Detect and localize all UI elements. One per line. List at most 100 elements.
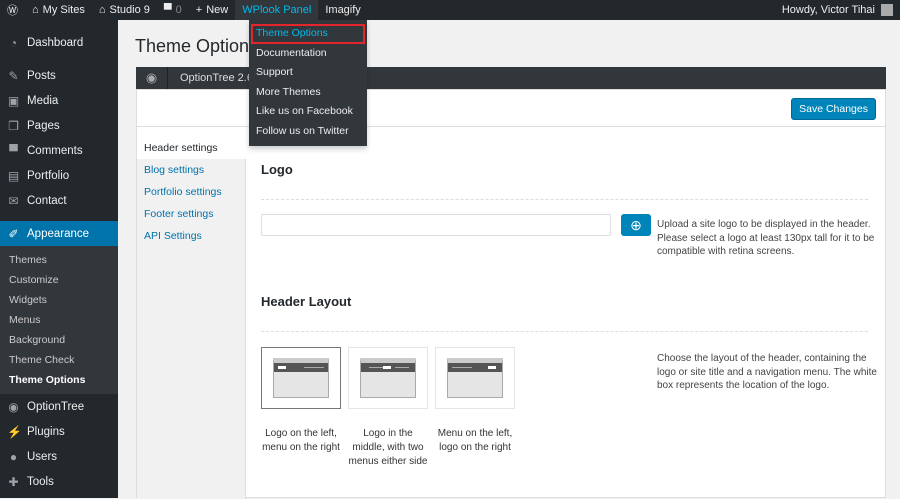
- layout-thumbnail[interactable]: [261, 347, 341, 409]
- header-bar: [274, 363, 328, 372]
- my-sites-link[interactable]: ⌂ My Sites: [25, 0, 92, 20]
- tab-footer-settings[interactable]: Footer settings: [137, 203, 245, 225]
- layout-caption: Menu on the left, logo on the right: [437, 428, 513, 453]
- settings-tabs: Header settings Blog settings Portfolio se…: [137, 137, 246, 499]
- save-changes-button[interactable]: Save Changes: [791, 98, 876, 120]
- optiontree-icon: ◉: [8, 399, 19, 414]
- layout-preview-icon: [360, 358, 416, 398]
- menu-line: [395, 367, 409, 368]
- submenu-theme-options[interactable]: Theme Options: [0, 370, 118, 390]
- layout-caption: Logo on the left, menu on the right: [262, 428, 340, 453]
- tab-api-settings[interactable]: API Settings: [137, 225, 245, 247]
- dropdown-item-support[interactable]: Support: [249, 63, 367, 83]
- sidebar-item-label: Users: [27, 450, 58, 463]
- sidebar-item-comments[interactable]: ▀ Comments: [0, 138, 118, 163]
- wordpress-icon: Ⓦ: [7, 5, 18, 17]
- sidebar-item-contact[interactable]: ✉ Contact: [0, 188, 118, 213]
- dropdown-item-theme-options[interactable]: Theme Options: [251, 24, 365, 44]
- imagify-menu[interactable]: Imagify: [318, 0, 367, 20]
- avatar: [881, 4, 893, 16]
- layout-thumbnail[interactable]: [435, 347, 515, 409]
- submenu-widgets[interactable]: Widgets: [0, 290, 118, 310]
- divider: [261, 331, 868, 332]
- sites-icon: ⌂: [32, 4, 39, 16]
- submenu-menus[interactable]: Menus: [0, 310, 118, 330]
- site-label: Studio 9: [109, 4, 150, 16]
- sidebar-item-label: Portfolio: [27, 169, 70, 182]
- new-link[interactable]: + New: [189, 0, 235, 20]
- home-icon: ⌂: [98, 4, 106, 16]
- comment-icon: ▀: [9, 143, 18, 158]
- sidebar-item-label: Comments: [27, 144, 83, 157]
- wordpress-logo-button[interactable]: Ⓦ: [0, 0, 25, 20]
- layout-option[interactable]: Menu on the left, logo on the right: [435, 347, 515, 469]
- comment-icon: ▀: [163, 4, 172, 16]
- mail-icon: ✉: [8, 193, 19, 208]
- sidebar-item-label: Appearance: [27, 227, 90, 240]
- account-menu[interactable]: Howdy, Victor Tihai: [775, 0, 900, 20]
- wplook-panel-dropdown: Theme Options Documentation Support More Th…: [249, 20, 367, 146]
- pages-icon: ❐: [8, 118, 19, 133]
- tab-blog-settings[interactable]: Blog settings: [137, 159, 245, 181]
- sidebar-item-dashboard[interactable]: ◔ Dashboard: [0, 30, 118, 55]
- header-layout-heading: Header Layout: [261, 294, 352, 309]
- site-link[interactable]: ⌂ Studio 9: [92, 0, 157, 20]
- submenu-theme-check[interactable]: Theme Check: [0, 350, 118, 370]
- sidebar-item-label: Pages: [27, 119, 60, 132]
- sidebar-item-portfolio[interactable]: ▤ Portfolio: [0, 163, 118, 188]
- brush-icon: ✐: [8, 226, 19, 241]
- sidebar-item-users[interactable]: ● Users: [0, 444, 118, 469]
- sidebar-item-optiontree[interactable]: ◉ OptionTree: [0, 394, 118, 419]
- dropdown-item-documentation[interactable]: Documentation: [249, 44, 367, 64]
- comment-count: 0: [175, 4, 182, 16]
- sidebar-item-media[interactable]: ▣ Media: [0, 88, 118, 113]
- header-bar: [361, 363, 415, 372]
- layout-preview-icon: [447, 358, 503, 398]
- sidebar-item-appearance[interactable]: ✐ Appearance: [0, 221, 118, 246]
- layout-description: Choose the layout of the header, contain…: [657, 353, 877, 391]
- submenu-customize[interactable]: Customize: [0, 270, 118, 290]
- options-panel: Save Changes Header settings Blog setting…: [136, 89, 886, 499]
- sidebar-item-label: Posts: [27, 69, 56, 82]
- upload-logo-button[interactable]: ⊕: [621, 214, 651, 236]
- page-title: Theme Options: [135, 36, 259, 56]
- tab-portfolio-settings[interactable]: Portfolio settings: [137, 181, 245, 203]
- sidebar-item-label: Tools: [27, 475, 54, 488]
- tab-header-settings[interactable]: Header settings: [137, 137, 246, 159]
- portfolio-icon: ▤: [7, 168, 20, 183]
- logo-box: [383, 366, 391, 369]
- menu-line: [369, 367, 383, 368]
- logo-description: Upload a site logo to be displayed in th…: [657, 219, 875, 257]
- layout-option[interactable]: Logo on the left, menu on the right: [261, 347, 341, 469]
- logo-box: [278, 366, 286, 369]
- divider: [261, 199, 868, 200]
- sidebar-item-posts[interactable]: ✎ Posts: [0, 63, 118, 88]
- plugin-icon: ⚡: [7, 424, 22, 439]
- sidebar-item-label: Media: [27, 94, 59, 107]
- dropdown-item-follow-us-on-twitter[interactable]: Follow us on Twitter: [249, 122, 367, 142]
- tools-icon: ✚: [8, 474, 19, 489]
- layout-caption: Logo in the middle, with two menus eithe…: [348, 428, 428, 467]
- menu-line: [452, 367, 472, 368]
- wplook-panel-menu[interactable]: WPlook Panel: [235, 0, 319, 20]
- logo-url-input[interactable]: [261, 214, 611, 236]
- layout-preview-icon: [273, 358, 329, 398]
- sidebar-item-plugins[interactable]: ⚡ Plugins: [0, 419, 118, 444]
- menu-line: [304, 367, 324, 368]
- submenu-themes[interactable]: Themes: [0, 250, 118, 270]
- sidebar-item-tools[interactable]: ✚ Tools: [0, 469, 118, 494]
- comments-link[interactable]: ▀ 0: [157, 0, 189, 20]
- howdy-label: Howdy, Victor Tihai: [781, 4, 875, 16]
- dropdown-item-like-us-on-facebook[interactable]: Like us on Facebook: [249, 102, 367, 122]
- sidebar-item-label: Dashboard: [27, 36, 84, 49]
- dashboard-icon: ◔: [9, 35, 18, 50]
- pin-icon: ✎: [8, 68, 19, 83]
- sidebar-item-pages[interactable]: ❐ Pages: [0, 113, 118, 138]
- plus-icon: +: [195, 4, 203, 16]
- my-sites-label: My Sites: [42, 4, 85, 16]
- layout-option[interactable]: Logo in the middle, with two menus eithe…: [348, 347, 428, 469]
- layout-thumbnail[interactable]: [348, 347, 428, 409]
- dropdown-item-more-themes[interactable]: More Themes: [249, 83, 367, 103]
- plus-circle-icon: ⊕: [630, 216, 642, 233]
- submenu-background[interactable]: Background: [0, 330, 118, 350]
